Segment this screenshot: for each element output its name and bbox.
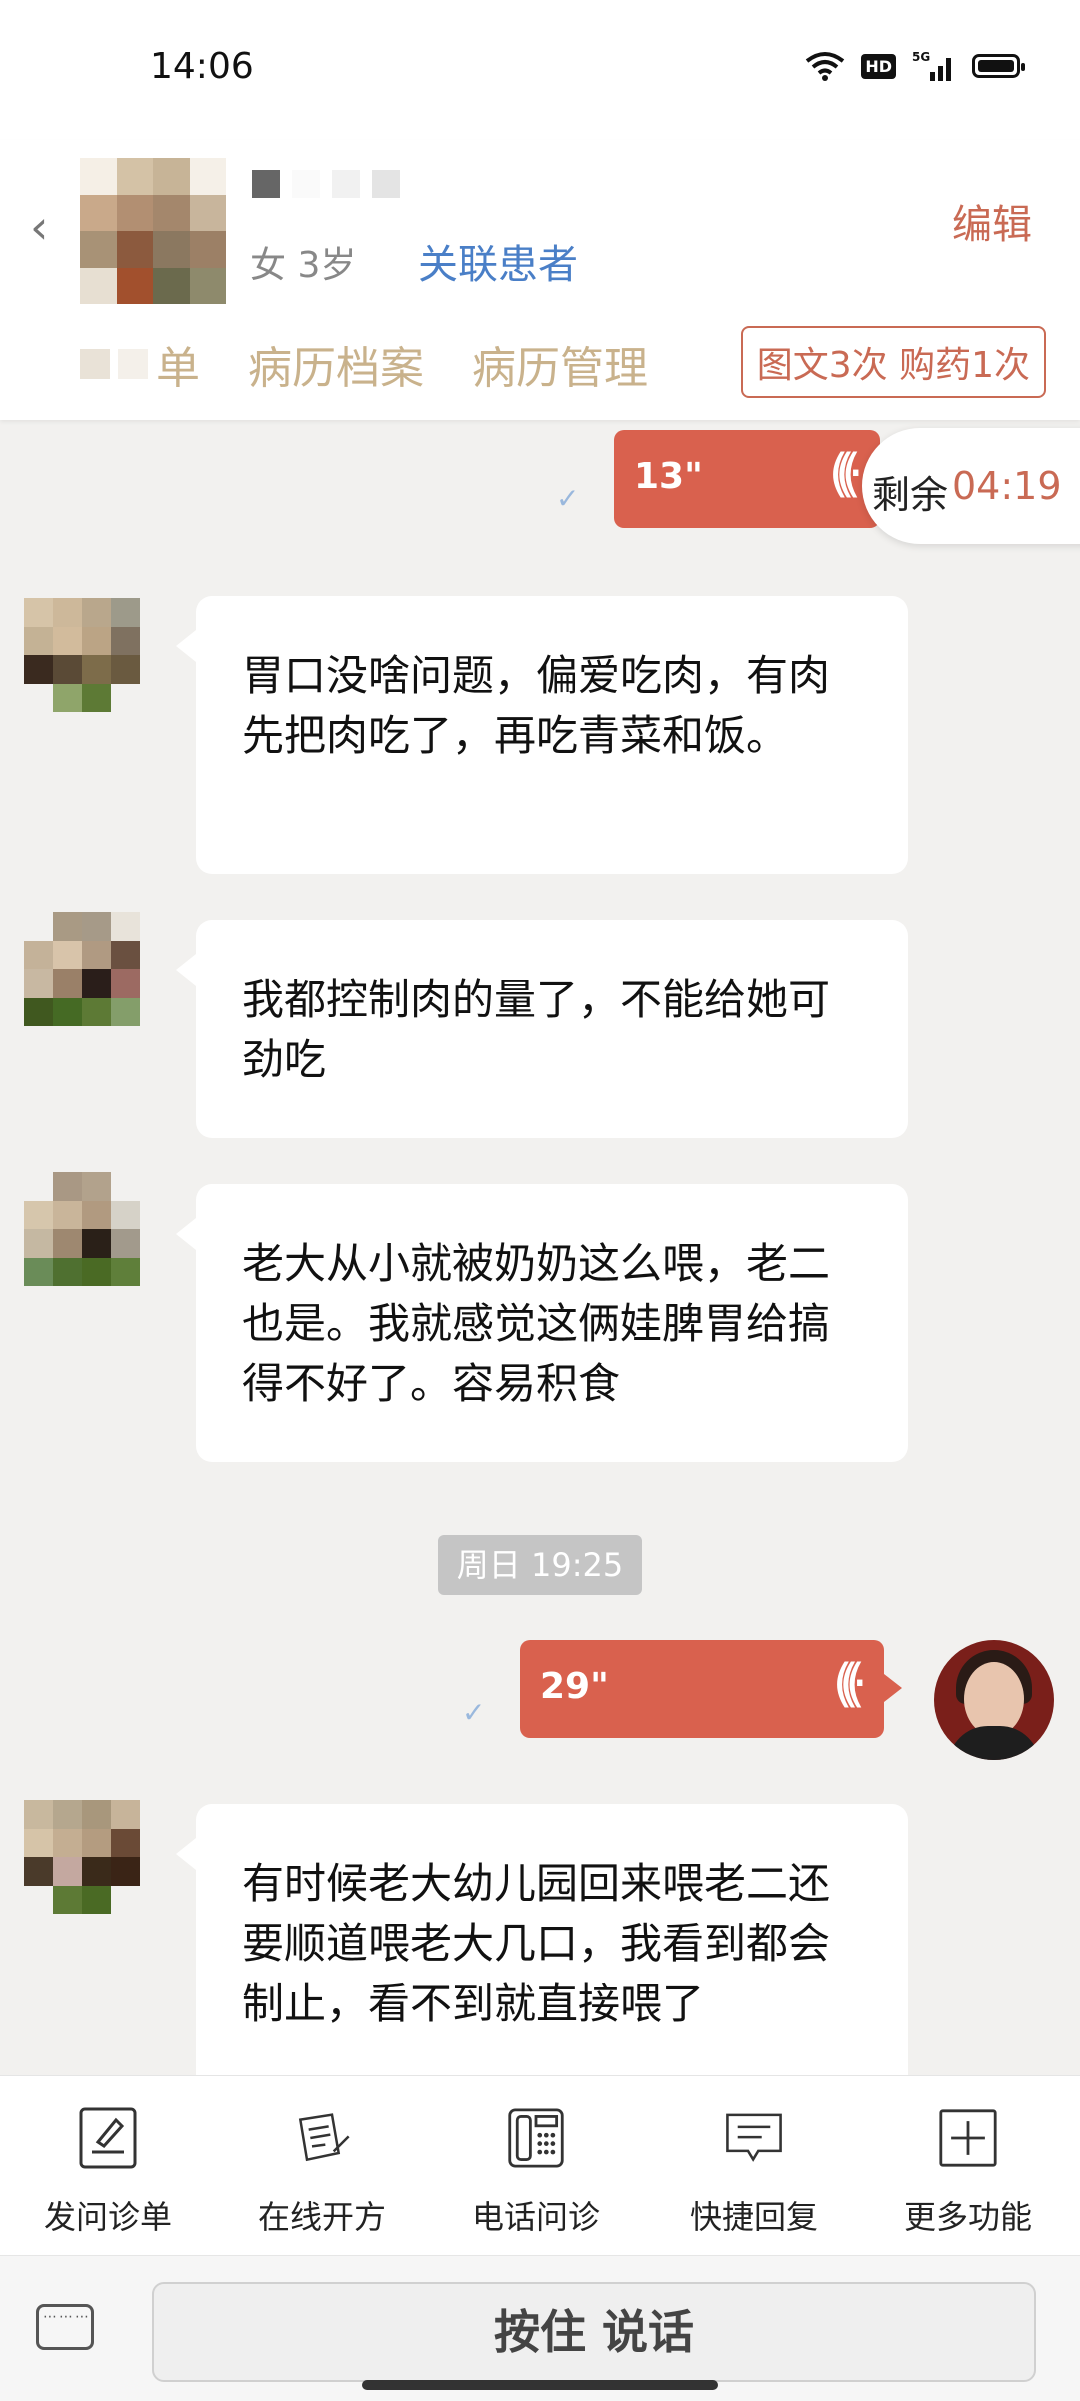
message-text: 我都控制肉的量了，不能给她可劲吃 [242, 975, 831, 1084]
link-patient-button[interactable]: 关联患者 [418, 232, 578, 290]
voice-message[interactable]: 13" (((· [614, 430, 898, 528]
send-form-button[interactable]: 发问诊单 [18, 2106, 198, 2238]
status-icons: HD 5G [805, 50, 1025, 82]
function-toolbar: 发问诊单 在线开方 电话问诊 快捷回复 更多功能 [0, 2075, 1080, 2256]
form-icon [79, 2107, 137, 2169]
message-text: 老大从小就被奶奶这么喂，老二也是。我就感觉这俩娃脾胃给搞得不好了。容易积食 [242, 1239, 831, 1408]
voice-wave-icon: (((· [828, 444, 865, 504]
voice-wave-icon: (((· [832, 1654, 869, 1714]
sender-avatar[interactable] [24, 912, 140, 1026]
online-prescription-button[interactable]: 在线开方 [232, 2106, 412, 2238]
keyboard-icon[interactable] [36, 2304, 94, 2350]
svg-text:5G: 5G [912, 50, 930, 64]
tab-blur-mask [80, 349, 110, 379]
status-bar: 14:06 HD 5G [0, 0, 1080, 140]
status-time: 14:06 [150, 46, 254, 87]
hd-icon: HD [861, 53, 896, 79]
tool-label: 发问诊单 [43, 2198, 172, 2236]
wifi-icon [806, 52, 845, 81]
patient-avatar[interactable] [80, 158, 226, 304]
tab-blur-mask [118, 349, 148, 379]
tool-label: 电话问诊 [471, 2198, 600, 2236]
edit-button[interactable]: 编辑 [952, 192, 1032, 250]
sender-avatar[interactable] [24, 1800, 140, 1914]
voice-duration: 29" [540, 1666, 609, 1707]
record-tabs: 单 病历档案 病历管理 [80, 332, 648, 396]
signal-icon: 5G [912, 50, 951, 81]
message-bubble[interactable]: 有时候老大幼儿园回来喂老二还要顺道喂老大几口，我看到都会制止，看不到就直接喂了 [176, 1804, 908, 2104]
tool-label: 在线开方 [257, 2198, 386, 2236]
service-quota-badge: 图文3次 购药1次 [740, 326, 1046, 398]
phone-icon [508, 2108, 564, 2168]
remaining-time-chip: 剩余 04:19 [862, 428, 1080, 544]
sender-avatar[interactable] [24, 598, 140, 712]
voice-duration: 13" [634, 456, 703, 497]
tab-form-label: 单 [156, 343, 200, 394]
remaining-label: 剩余 [872, 473, 949, 517]
voice-message[interactable]: 29" (((· [520, 1640, 902, 1738]
read-check-icon: ✓ [462, 1696, 486, 1729]
more-functions-button[interactable]: 更多功能 [878, 2106, 1058, 2238]
quick-reply-icon [726, 2113, 782, 2162]
sender-avatar[interactable] [24, 1172, 140, 1286]
doctor-avatar-face [964, 1662, 1024, 1736]
patient-gender-age: 女 3岁 [250, 245, 357, 286]
battery-icon [972, 54, 1025, 78]
quick-reply-button[interactable]: 快捷回复 [664, 2106, 844, 2238]
hold-to-talk-button[interactable]: 按住 说话 [152, 2282, 1036, 2382]
tab-form[interactable]: 单 [80, 332, 200, 396]
tab-records-management[interactable]: 病历管理 [472, 332, 648, 396]
read-check-icon: ✓ [556, 482, 580, 515]
message-bubble[interactable]: 老大从小就被奶奶这么喂，老二也是。我就感觉这俩娃脾胃给搞得不好了。容易积食 [176, 1184, 908, 1462]
back-icon[interactable]: ‹ [30, 200, 48, 254]
doctor-avatar-body [948, 1726, 1040, 1760]
message-bubble[interactable]: 胃口没啥问题，偏爱吃肉，有肉先把肉吃了，再吃青菜和饭。 [176, 596, 908, 874]
doctor-avatar[interactable] [934, 1640, 1054, 1760]
message-bubble[interactable]: 我都控制肉的量了，不能给她可劲吃 [176, 920, 908, 1138]
tab-medical-records[interactable]: 病历档案 [248, 332, 424, 396]
prescription-icon [298, 2113, 350, 2162]
home-indicator[interactable] [362, 2380, 718, 2390]
phone-consult-button[interactable]: 电话问诊 [446, 2106, 626, 2238]
chat-timestamp: 周日 19:25 [438, 1535, 642, 1595]
tool-label: 更多功能 [903, 2198, 1032, 2236]
remaining-time: 04:19 [952, 464, 1062, 508]
patient-name-blurred [252, 170, 400, 198]
patient-header: ‹ 女 3岁 关联患者 编辑 单 病历档案 病历管理 图文3次 购药1次 [0, 140, 1080, 420]
message-text: 胃口没啥问题，偏爱吃肉，有肉先把肉吃了，再吃青菜和饭。 [242, 651, 831, 760]
message-text: 有时候老大幼儿园回来喂老二还要顺道喂老大几口，我看到都会制止，看不到就直接喂了 [242, 1859, 831, 2028]
plus-icon [939, 2109, 997, 2167]
tool-label: 快捷回复 [689, 2198, 818, 2236]
